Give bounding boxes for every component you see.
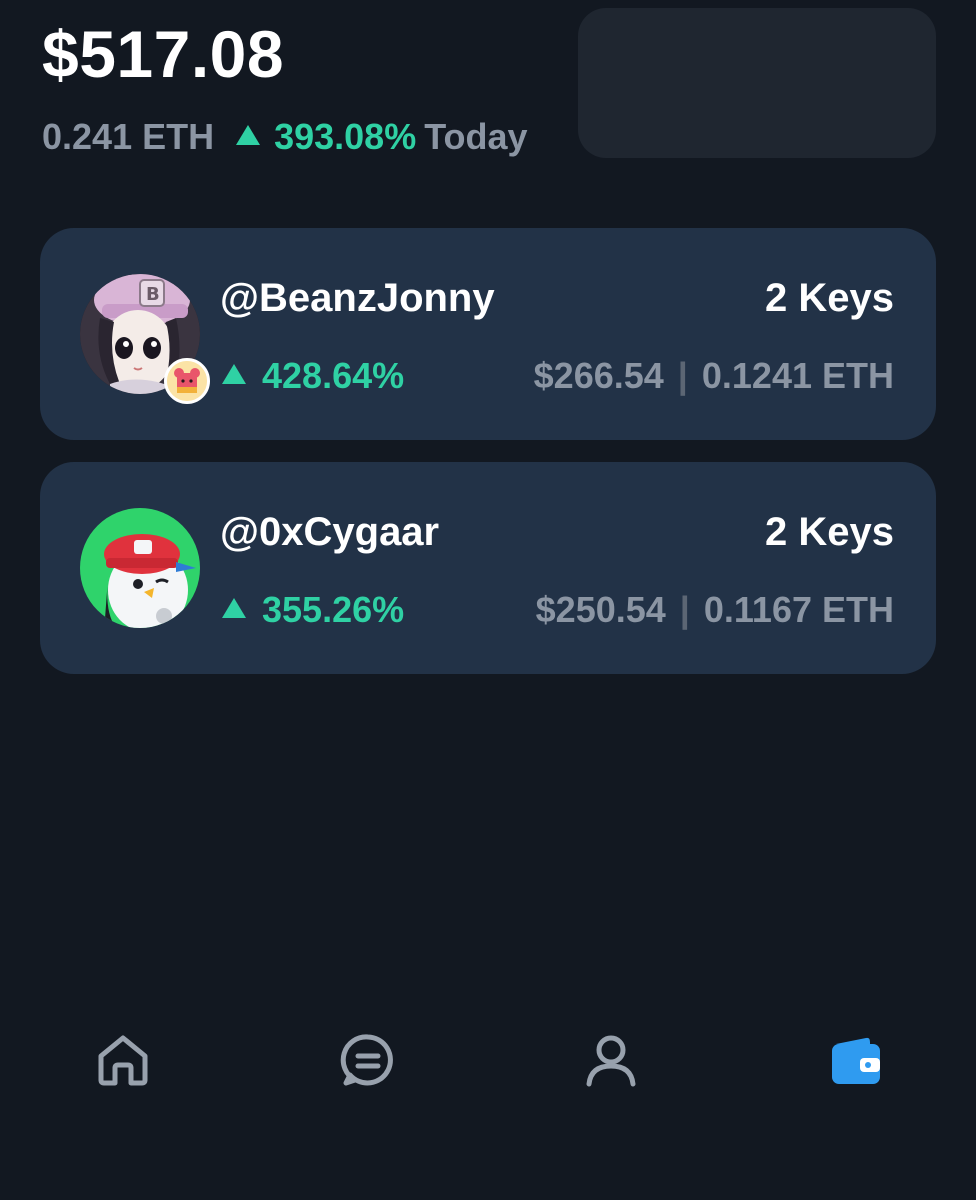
holding-change-percent: 428.64% <box>262 355 405 396</box>
chat-icon <box>340 1034 393 1086</box>
wallet-icon <box>832 1037 880 1084</box>
holding-change: 355.26% <box>222 586 404 634</box>
holding-keys: 2 Keys <box>765 510 894 554</box>
holding-value-eth: 0.1241 ETH <box>701 355 894 396</box>
holding-handle[interactable]: @BeanzJonny <box>220 274 495 322</box>
redacted-area <box>578 8 936 158</box>
portfolio-screen: $517.08 0.241 ETH 393.08% Today B @Beanz… <box>0 0 976 1200</box>
bottom-navigation <box>0 1010 976 1110</box>
value-separator: | <box>677 355 688 396</box>
svg-text:B: B <box>146 284 160 305</box>
bear-badge-icon <box>164 358 210 404</box>
holding-card[interactable]: B @BeanzJonny 2 Keys 428.64% $266.54 | 0… <box>40 228 936 440</box>
nav-wallet-button[interactable] <box>826 1030 886 1090</box>
holding-handle[interactable]: @0xCygaar <box>220 508 439 556</box>
holding-value-eth: 0.1167 ETH <box>703 589 894 630</box>
penguin-red-cap-avatar <box>80 508 200 628</box>
portfolio-balance-usd: $517.08 <box>42 17 285 91</box>
value-separator: | <box>679 589 690 630</box>
triangle-up-icon <box>236 125 261 145</box>
holding-value-usd: $266.54 <box>533 355 664 396</box>
holding-value: $250.54 | 0.1167 ETH <box>536 586 894 634</box>
holding-value: $266.54 | 0.1241 ETH <box>534 352 894 400</box>
portfolio-change-period: Today <box>424 116 528 157</box>
portfolio-summary-row: 0.241 ETH 393.08% Today <box>42 114 528 160</box>
nav-chat-button[interactable] <box>338 1030 398 1090</box>
holding-change: 428.64% <box>222 352 404 400</box>
profile-icon <box>586 1035 636 1087</box>
holding-change-percent: 355.26% <box>262 589 405 630</box>
home-icon <box>98 1035 148 1086</box>
triangle-up-icon <box>222 364 246 384</box>
triangle-up-icon <box>222 598 246 618</box>
nav-profile-button[interactable] <box>581 1030 641 1090</box>
holding-keys: 2 Keys <box>765 276 894 320</box>
nav-home-button[interactable] <box>93 1030 153 1090</box>
portfolio-balance-eth: 0.241 ETH <box>42 116 215 157</box>
portfolio-change: 393.08% <box>236 116 416 158</box>
holding-card[interactable]: @0xCygaar 2 Keys 355.26% $250.54 | 0.116… <box>40 462 936 674</box>
portfolio-change-percent: 393.08% <box>274 116 417 157</box>
holding-value-usd: $250.54 <box>535 589 666 630</box>
